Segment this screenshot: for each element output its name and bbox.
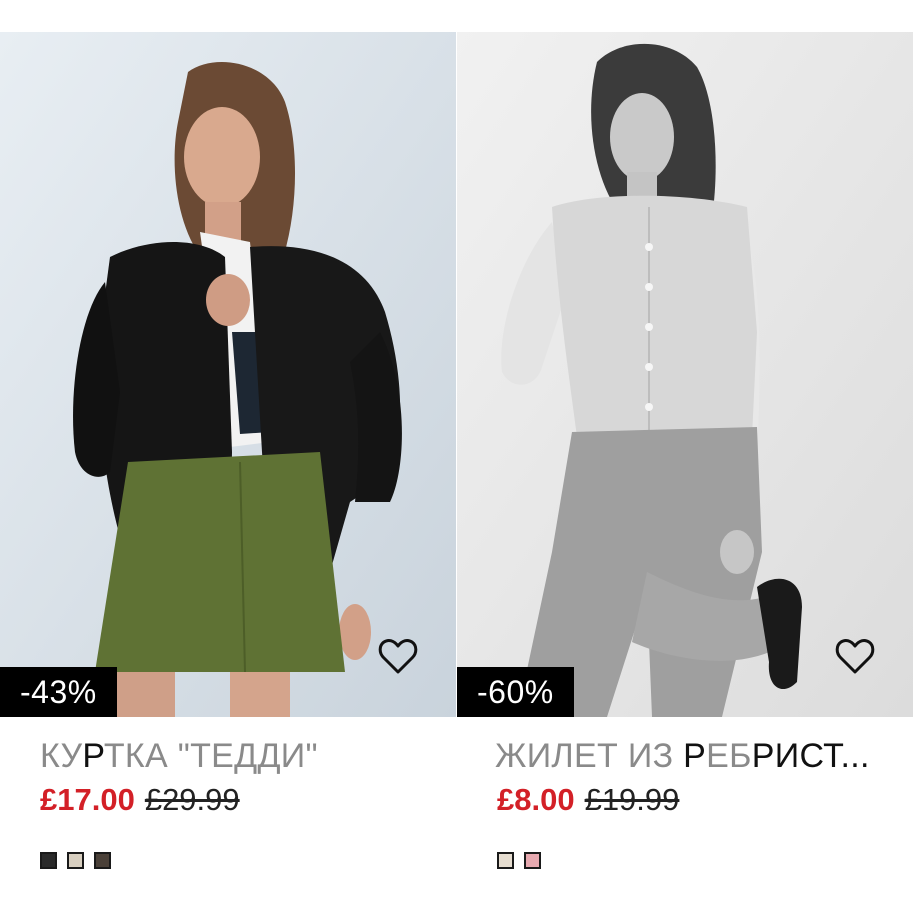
product-name-part: КУ bbox=[40, 737, 83, 775]
product-name-highlight: Р bbox=[82, 737, 104, 775]
product-photo-ribbed-vest bbox=[457, 32, 913, 717]
product-photo-teddy-jacket bbox=[0, 32, 456, 717]
color-swatch[interactable] bbox=[40, 852, 57, 869]
product-name-part: ЖИЛЕТ ИЗ bbox=[495, 737, 684, 775]
sale-price: £17.00 bbox=[40, 782, 135, 817]
color-swatch[interactable] bbox=[67, 852, 84, 869]
heart-outline-icon[interactable] bbox=[835, 637, 875, 675]
price-block: £8.00 £19.99 bbox=[497, 782, 679, 818]
original-price: £29.99 bbox=[144, 782, 240, 817]
product-name-part: ТКА "ТЕДДИ" bbox=[103, 737, 318, 775]
product-grid: -43% КУРТКА "ТЕДДИ" £17.00 £29.99 -60% Ж… bbox=[0, 0, 913, 900]
product-name-part: ИСТ... bbox=[774, 737, 870, 775]
product-name-highlight: Р bbox=[683, 737, 707, 775]
color-swatch[interactable] bbox=[524, 852, 541, 869]
price-block: £17.00 £29.99 bbox=[40, 782, 240, 818]
discount-badge: -43% bbox=[0, 667, 117, 717]
color-swatches bbox=[497, 852, 541, 869]
product-image[interactable]: -60% bbox=[457, 32, 913, 717]
discount-badge: -60% bbox=[457, 667, 574, 717]
product-name[interactable]: ЖИЛЕТ ИЗ РЕБРИСТ... bbox=[495, 736, 870, 776]
product-card[interactable]: -43% КУРТКА "ТЕДДИ" £17.00 £29.99 bbox=[0, 32, 456, 900]
product-name-highlight: Р bbox=[751, 737, 775, 775]
product-name-part: ЕБ bbox=[706, 737, 752, 775]
heart-outline-icon[interactable] bbox=[378, 637, 418, 675]
original-price: £19.99 bbox=[584, 782, 680, 817]
product-card[interactable]: -60% ЖИЛЕТ ИЗ РЕБРИСТ... £8.00 £19.99 bbox=[457, 32, 913, 900]
color-swatch[interactable] bbox=[94, 852, 111, 869]
product-image[interactable]: -43% bbox=[0, 32, 456, 717]
color-swatch[interactable] bbox=[497, 852, 514, 869]
product-name[interactable]: КУРТКА "ТЕДДИ" bbox=[40, 736, 318, 776]
color-swatches bbox=[40, 852, 111, 869]
sale-price: £8.00 bbox=[497, 782, 575, 817]
